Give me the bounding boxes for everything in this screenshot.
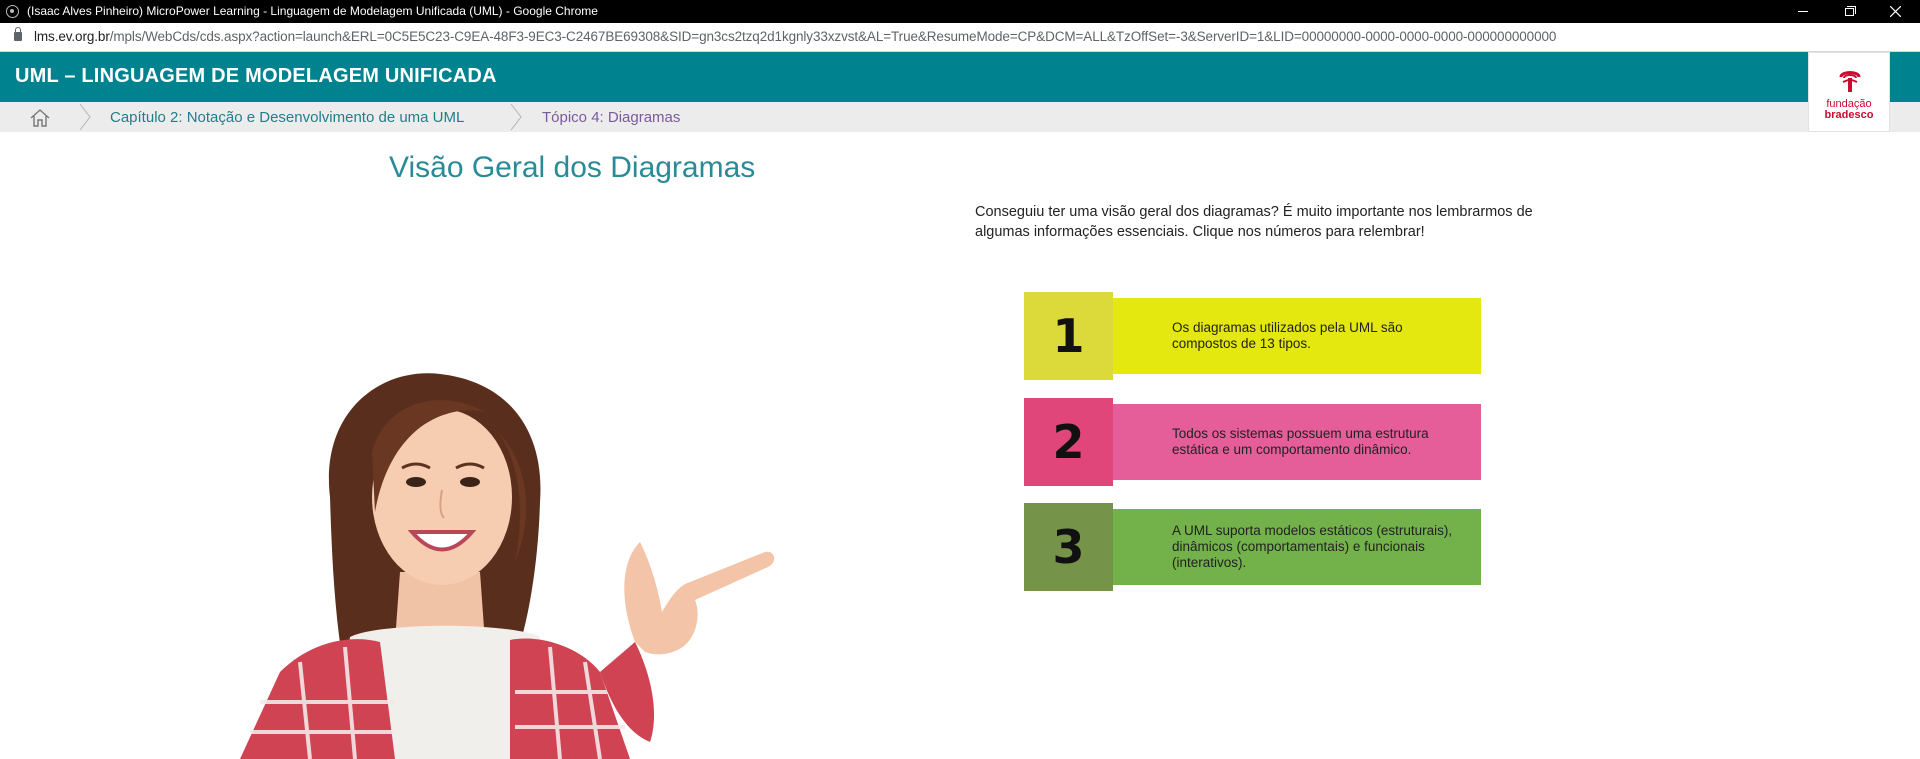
card-text-2: Todos os sistemas possuem uma estrutura … bbox=[1113, 404, 1481, 480]
logo-text-bradesco: bradesco bbox=[1824, 109, 1874, 121]
url-host: lms.ev.org.br bbox=[34, 29, 110, 44]
page-title: Visão Geral dos Diagramas bbox=[389, 151, 756, 184]
home-icon[interactable] bbox=[30, 109, 50, 127]
url-path: /mpls/WebCds/cds.aspx?action=launch&ERL=… bbox=[109, 29, 1557, 44]
info-card-1[interactable]: 1 Os diagramas utilizados pela UML são c… bbox=[1024, 292, 1481, 380]
close-icon bbox=[1889, 6, 1901, 17]
course-header: UML – LINGUAGEM DE MODELAGEM UNIFICADA bbox=[0, 52, 1920, 102]
minimize-icon bbox=[1798, 11, 1808, 12]
url-text[interactable]: lms.ev.org.br/mpls/WebCds/cds.aspx?actio… bbox=[34, 29, 1556, 45]
card-number-1[interactable]: 1 bbox=[1024, 292, 1113, 380]
bradesco-logo-icon bbox=[1839, 71, 1861, 92]
breadcrumb-chapter-link[interactable]: Capítulo 2: Notação e Desenvolvimento de… bbox=[110, 109, 464, 126]
close-button[interactable] bbox=[1872, 0, 1918, 23]
info-card-3[interactable]: 3 A UML suporta modelos estáticos (estru… bbox=[1024, 503, 1481, 591]
address-bar[interactable]: lms.ev.org.br/mpls/WebCds/cds.aspx?actio… bbox=[0, 23, 1920, 52]
fundacao-bradesco-logo: fundação bradesco bbox=[1808, 52, 1890, 132]
restore-icon bbox=[1844, 5, 1856, 16]
breadcrumb-separator-icon bbox=[510, 103, 522, 131]
minimize-button[interactable] bbox=[1780, 0, 1826, 23]
window-title-bar: (Isaac Alves Pinheiro) MicroPower Learni… bbox=[0, 0, 1920, 23]
restore-button[interactable] bbox=[1826, 0, 1872, 23]
course-title: UML – LINGUAGEM DE MODELAGEM UNIFICADA bbox=[15, 65, 497, 87]
card-text-3: A UML suporta modelos estáticos (estrutu… bbox=[1113, 509, 1481, 585]
card-number-3[interactable]: 3 bbox=[1024, 503, 1113, 591]
lock-icon bbox=[14, 27, 22, 41]
card-text-1: Os diagramas utilizados pela UML são com… bbox=[1113, 298, 1481, 374]
card-number-2[interactable]: 2 bbox=[1024, 398, 1113, 486]
breadcrumb: Capítulo 2: Notação e Desenvolvimento de… bbox=[0, 102, 1920, 132]
intro-text: Conseguiu ter uma visão geral dos diagra… bbox=[975, 204, 1533, 240]
chrome-icon bbox=[6, 5, 19, 18]
window-title: (Isaac Alves Pinheiro) MicroPower Learni… bbox=[27, 4, 598, 18]
breadcrumb-topic-current: Tópico 4: Diagramas bbox=[542, 109, 681, 126]
breadcrumb-separator-icon bbox=[79, 103, 91, 131]
woman-pointing-image bbox=[240, 373, 775, 759]
info-card-2[interactable]: 2 Todos os sistemas possuem uma estrutur… bbox=[1024, 398, 1481, 486]
